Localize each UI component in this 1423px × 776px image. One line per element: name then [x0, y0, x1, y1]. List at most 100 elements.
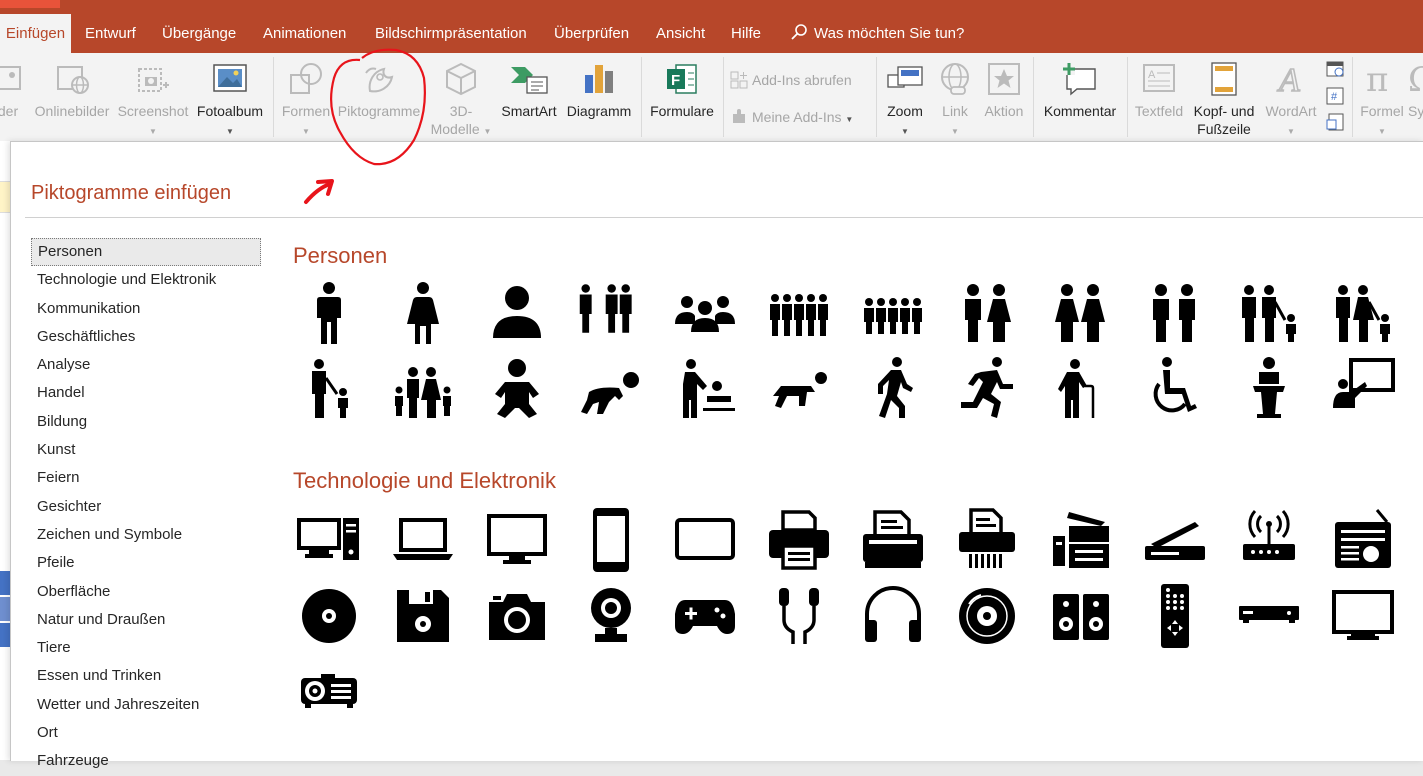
- meeting-group-icon[interactable]: [673, 280, 737, 344]
- category-item-feiern[interactable]: Feiern: [31, 464, 261, 492]
- smartphone-icon[interactable]: [579, 508, 643, 572]
- kommentar-button[interactable]: Kommentar: [1036, 53, 1124, 141]
- category-item-ort[interactable]: Ort: [31, 719, 261, 747]
- object-icon[interactable]: [1326, 113, 1344, 131]
- tab-hilfe[interactable]: Hilfe: [731, 14, 761, 53]
- father-child-icon[interactable]: [297, 356, 361, 420]
- elderly-person-icon[interactable]: [1049, 356, 1113, 420]
- running-person-icon[interactable]: [955, 356, 1019, 420]
- presenter-screen-icon[interactable]: [1331, 356, 1395, 420]
- game-controller-icon[interactable]: [673, 584, 737, 648]
- formel-button[interactable]: π Formel ▼: [1354, 53, 1410, 141]
- speaker-podium-icon[interactable]: [1237, 356, 1301, 420]
- category-item-wetter[interactable]: Wetter und Jahreszeiten: [31, 691, 261, 719]
- category-item-essen[interactable]: Essen und Trinken: [31, 662, 261, 690]
- formen-button[interactable]: Formen ▼: [278, 53, 334, 141]
- tab-entwurf[interactable]: Entwurf: [85, 14, 136, 53]
- category-item-kommunikation[interactable]: Kommunikation: [31, 295, 261, 323]
- projector-icon[interactable]: [297, 658, 361, 722]
- people-row-icon[interactable]: [861, 280, 925, 344]
- category-item-analyse[interactable]: Analyse: [31, 351, 261, 379]
- headphones-icon[interactable]: [861, 584, 925, 648]
- date-time-icon[interactable]: [1326, 59, 1344, 77]
- onlinebilder-button[interactable]: Onlinebilder: [30, 53, 114, 141]
- addins-abrufen-button[interactable]: Add-Ins abrufen: [730, 71, 852, 89]
- category-item-fahrzeuge[interactable]: Fahrzeuge: [31, 747, 261, 775]
- diagramm-button[interactable]: Diagramm: [562, 53, 636, 141]
- man-woman-icon[interactable]: [955, 280, 1019, 344]
- printer-icon[interactable]: [767, 508, 831, 572]
- category-item-technologie[interactable]: Technologie und Elektronik: [31, 266, 261, 294]
- vinyl-record-icon[interactable]: [955, 584, 1019, 648]
- tab-animationen[interactable]: Animationen: [263, 14, 346, 53]
- fotoalbum-button[interactable]: Fotoalbum ▼: [192, 53, 268, 141]
- set-top-box-icon[interactable]: [1237, 584, 1301, 648]
- link-button[interactable]: Link ▼: [932, 53, 978, 141]
- remote-control-icon[interactable]: [1143, 584, 1207, 648]
- category-item-tiere[interactable]: Tiere: [31, 634, 261, 662]
- tv-icon[interactable]: [1331, 584, 1395, 648]
- category-item-oberflaeche[interactable]: Oberfläche: [31, 578, 261, 606]
- wheelchair-icon[interactable]: [1143, 356, 1207, 420]
- copier-icon[interactable]: [1049, 508, 1113, 572]
- wordart-button[interactable]: A WordArt ▼: [1260, 53, 1322, 141]
- category-item-natur[interactable]: Natur und Draußen: [31, 606, 261, 634]
- category-item-personen[interactable]: Personen: [31, 238, 261, 267]
- category-item-pfeile[interactable]: Pfeile: [31, 549, 261, 577]
- earphones-icon[interactable]: [767, 584, 831, 648]
- laptop-icon[interactable]: [391, 508, 455, 572]
- crawling-baby-icon[interactable]: [579, 356, 643, 420]
- monitor-icon[interactable]: [485, 508, 549, 572]
- fax-printer-icon[interactable]: [861, 508, 925, 572]
- cd-disc-icon[interactable]: [297, 584, 361, 648]
- diaper-change-icon[interactable]: [673, 356, 737, 420]
- wifi-router-icon[interactable]: [1237, 508, 1301, 572]
- tab-uebergaenge[interactable]: Übergänge: [162, 14, 236, 53]
- smartart-button[interactable]: SmartArt: [496, 53, 562, 141]
- category-item-handel[interactable]: Handel: [31, 379, 261, 407]
- crowd-icon[interactable]: [767, 280, 831, 344]
- screenshot-button[interactable]: Screenshot ▼: [116, 53, 190, 141]
- category-item-zeichen[interactable]: Zeichen und Symbole: [31, 521, 261, 549]
- category-item-kunst[interactable]: Kunst: [31, 436, 261, 464]
- tab-ansicht[interactable]: Ansicht: [656, 14, 705, 53]
- baby-icon[interactable]: [485, 356, 549, 420]
- user-icon[interactable]: [485, 280, 549, 344]
- tab-ueberpruefen[interactable]: Überprüfen: [554, 14, 629, 53]
- slide-number-icon[interactable]: #: [1326, 87, 1344, 105]
- zoom-button[interactable]: Zoom ▼: [880, 53, 930, 141]
- floppy-disk-icon[interactable]: [391, 584, 455, 648]
- group-icon[interactable]: [579, 280, 643, 344]
- meine-addins-button[interactable]: Meine Add-Ins ▼: [730, 108, 853, 126]
- aktion-button[interactable]: Aktion: [978, 53, 1030, 141]
- paper-shredder-icon[interactable]: [955, 508, 1019, 572]
- symbol-button[interactable]: Ω Sy: [1408, 53, 1423, 141]
- man-icon[interactable]: [297, 280, 361, 344]
- bilder-button[interactable]: der: [0, 53, 28, 141]
- two-women-icon[interactable]: [1049, 280, 1113, 344]
- radio-icon[interactable]: [1331, 508, 1395, 572]
- textfeld-button[interactable]: A Textfeld: [1130, 53, 1188, 141]
- two-men-icon[interactable]: [1143, 280, 1207, 344]
- tablet-icon[interactable]: [673, 508, 737, 572]
- walking-person-icon[interactable]: [861, 356, 925, 420]
- category-item-gesichter[interactable]: Gesichter: [31, 493, 261, 521]
- 3d-modelle-button[interactable]: 3D- Modelle ▼: [424, 53, 498, 141]
- crawling-person-icon[interactable]: [767, 356, 831, 420]
- woman-icon[interactable]: [391, 280, 455, 344]
- family-parents-child-icon[interactable]: [1331, 280, 1395, 344]
- tab-bildschirmpraesentation[interactable]: Bildschirmpräsentation: [375, 14, 527, 53]
- webcam-icon[interactable]: [579, 584, 643, 648]
- tell-me-box[interactable]: Was möchten Sie tun?: [790, 14, 964, 53]
- piktogramme-button[interactable]: Piktogramme: [334, 53, 424, 141]
- tab-einfuegen[interactable]: Einfügen: [0, 14, 71, 53]
- family-kids-icon[interactable]: [391, 356, 455, 420]
- category-item-bildung[interactable]: Bildung: [31, 408, 261, 436]
- formulare-button[interactable]: F Formulare: [644, 53, 720, 141]
- family-two-men-child-icon[interactable]: [1237, 280, 1301, 344]
- speakers-icon[interactable]: [1049, 584, 1113, 648]
- kopf-fusszeile-button[interactable]: Kopf- und Fußzeile: [1188, 53, 1260, 141]
- camera-icon[interactable]: [485, 584, 549, 648]
- desktop-computer-icon[interactable]: [297, 508, 361, 572]
- scanner-icon[interactable]: [1143, 508, 1207, 572]
